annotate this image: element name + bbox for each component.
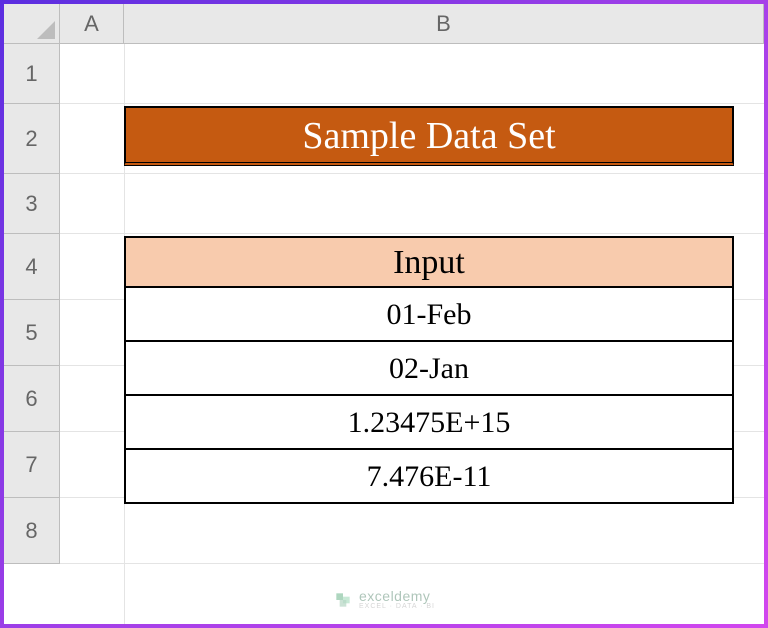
row-header-5[interactable]: 5 [4,300,59,366]
exceldemy-logo-icon [333,590,353,610]
watermark-text: exceldemy [359,589,435,603]
title-cell[interactable]: Sample Data Set [124,106,734,166]
row-header-3[interactable]: 3 [4,174,59,234]
row-header-1[interactable]: 1 [4,44,59,104]
row-header-6[interactable]: 6 [4,366,59,432]
table-row[interactable]: 01-Feb [124,288,734,342]
watermark: exceldemy EXCEL · DATA · BI [333,589,435,610]
table-row[interactable]: 02-Jan [124,342,734,396]
row-headers: 12345678 [4,44,60,564]
column-header-b[interactable]: B [124,4,764,43]
table-row[interactable]: 7.476E-11 [124,450,734,504]
table-row[interactable]: 1.23475E+15 [124,396,734,450]
row-header-4[interactable]: 4 [4,234,59,300]
column-headers: A B [60,4,764,44]
cell-grid[interactable]: Sample Data Set Input 01-Feb 02-Jan 1.23… [60,44,764,624]
spreadsheet-area: A B 12345678 Sample Data Set Input 01-Fe… [4,4,764,624]
watermark-subtext: EXCEL · DATA · BI [359,603,435,610]
column-header-a[interactable]: A [60,4,124,43]
select-all-triangle-icon [37,21,55,39]
row-header-8[interactable]: 8 [4,498,59,564]
row-header-2[interactable]: 2 [4,104,59,174]
select-all-corner[interactable] [4,4,60,44]
table-header-input[interactable]: Input [124,236,734,288]
row-header-7[interactable]: 7 [4,432,59,498]
